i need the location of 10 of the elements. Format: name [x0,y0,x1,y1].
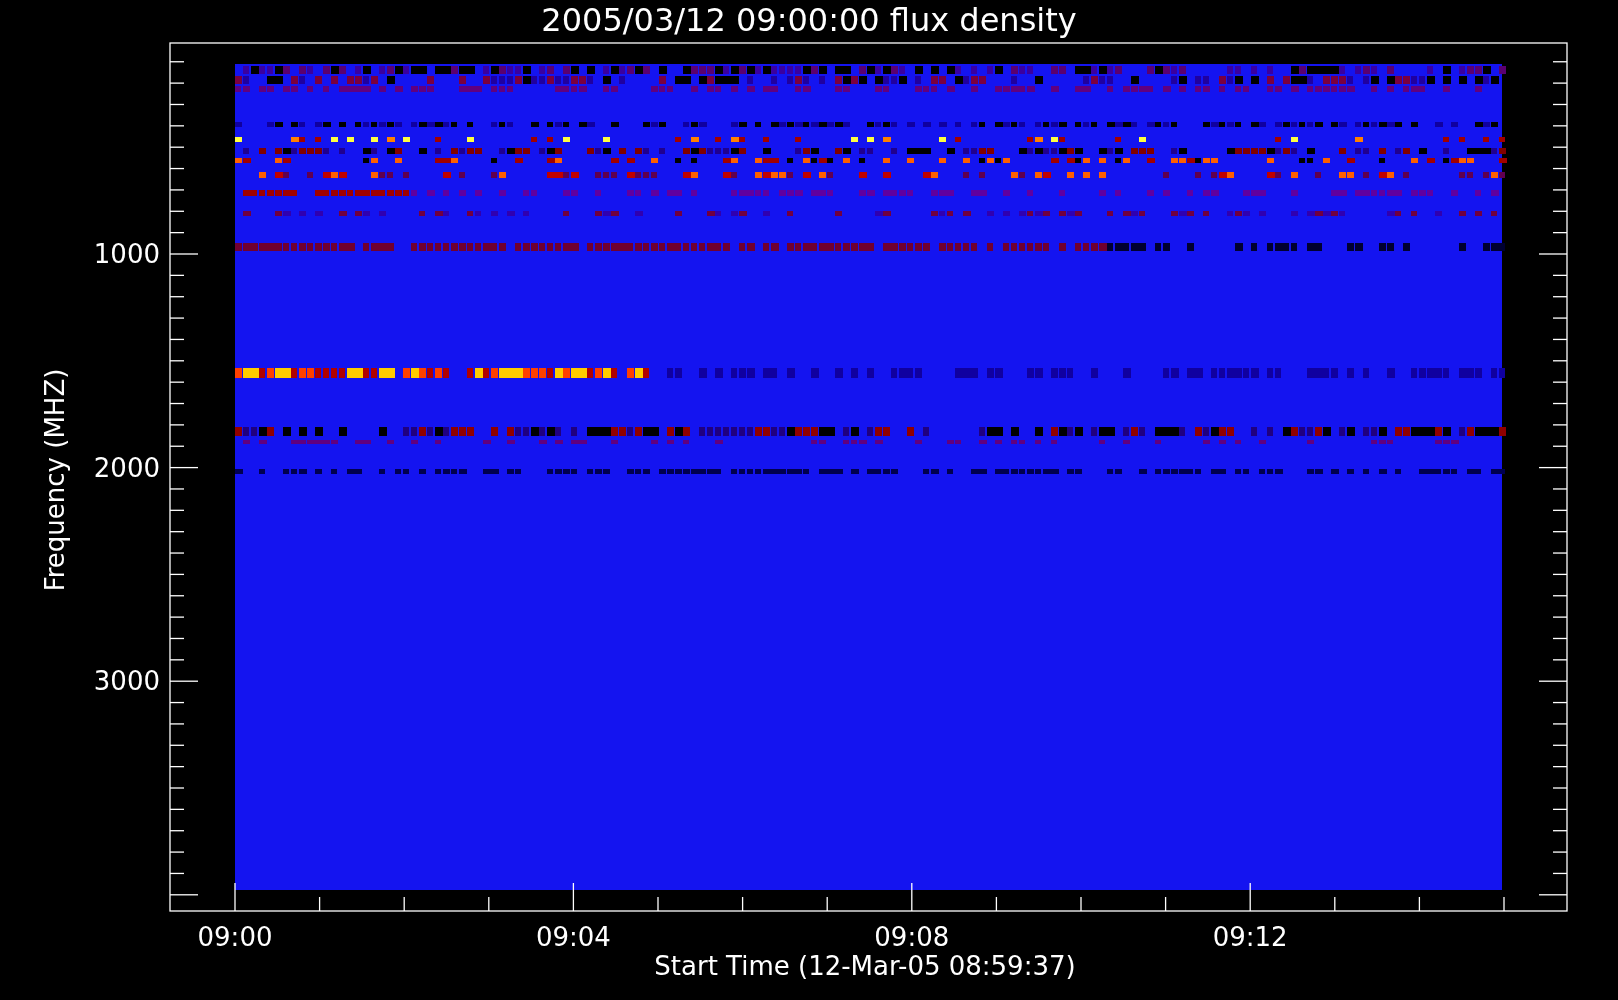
x-tick-label: 09:04 [535,922,611,952]
y-axis-label: Frequency (MHZ) [40,368,70,592]
x-axis-label: Start Time (12-Mar-05 08:59:37) [654,951,1076,981]
y-tick-label: 1000 [93,239,160,269]
x-tick-label: 09:00 [197,922,273,952]
x-tick-label: 09:12 [1212,922,1288,952]
y-tick-label: 2000 [93,452,160,483]
x-tick-label: 09:08 [874,922,950,952]
chart-title: 2005/03/12 09:00:00 flux density [541,1,1077,39]
y-tick-label: 3000 [93,666,160,697]
